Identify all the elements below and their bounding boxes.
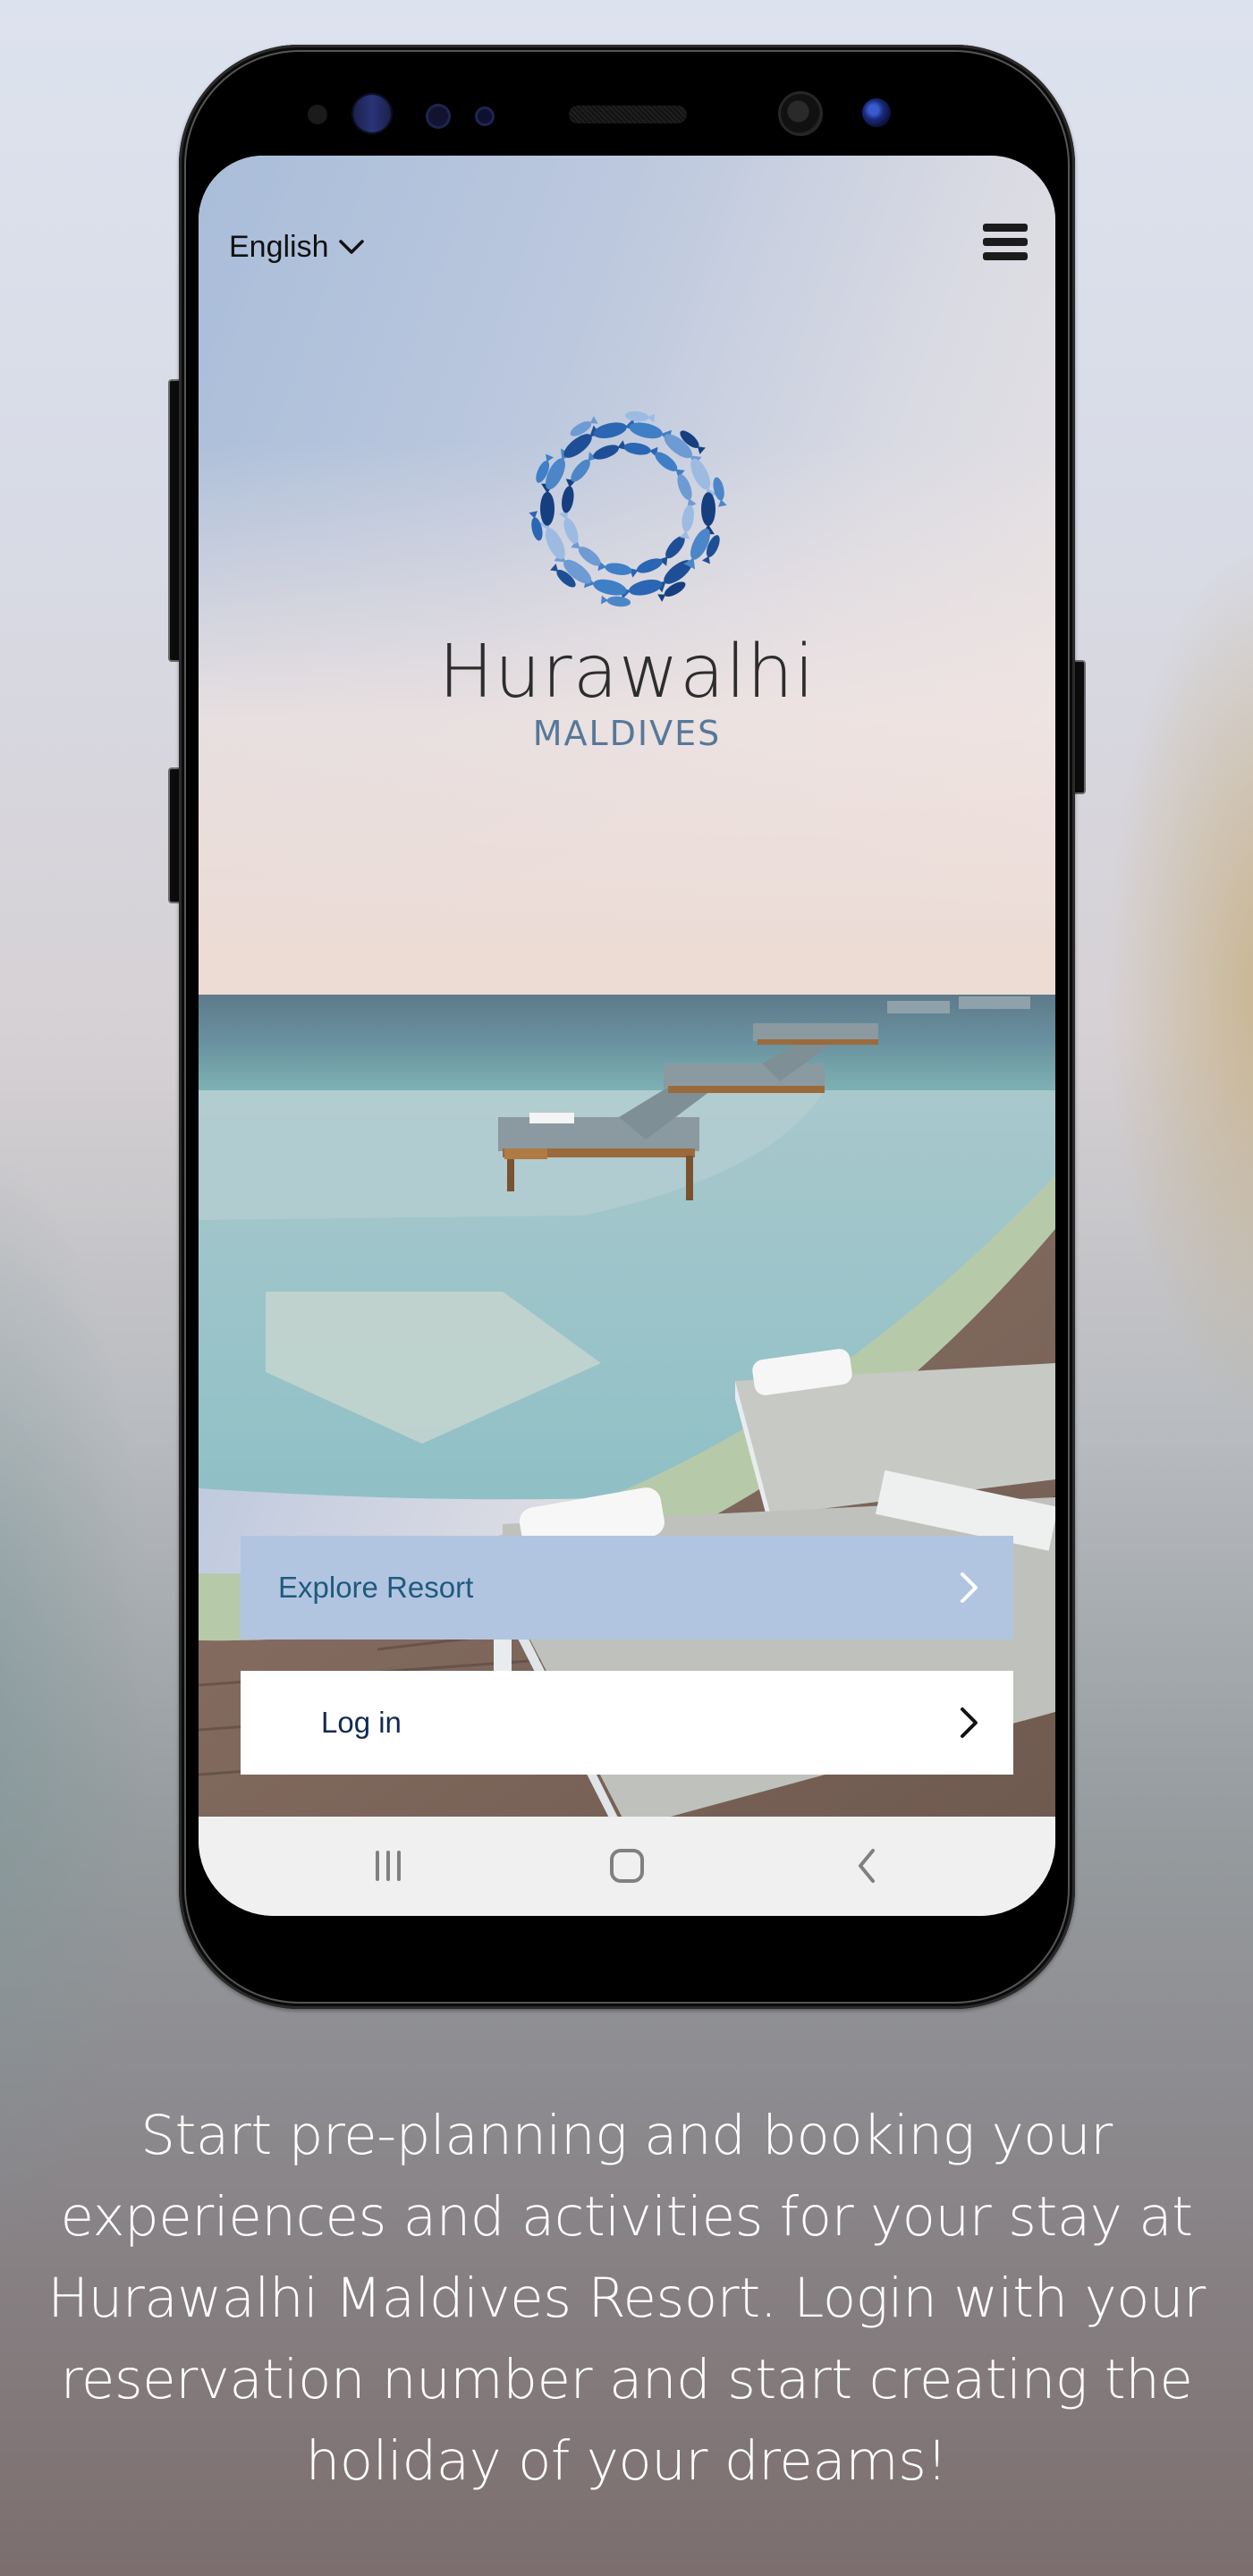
login-button[interactable]: Log in (241, 1671, 1013, 1775)
logo-fish (624, 411, 656, 423)
logo-fish (593, 440, 627, 460)
logo-fish (559, 510, 579, 544)
chevron-right-icon (961, 1707, 978, 1738)
logo-fish (593, 419, 637, 439)
proximity-sensor (308, 105, 327, 124)
brand-name: Hurawalhi (438, 630, 816, 715)
logo-fish (597, 561, 632, 575)
logo-fish (629, 558, 663, 578)
logo-fish (539, 483, 555, 526)
hamburger-menu-icon[interactable] (983, 224, 1028, 261)
logo-fish (680, 504, 694, 539)
power-button (1075, 660, 1086, 794)
chevron-right-icon (961, 1572, 978, 1603)
phone-screen: English Hurawalhi MALDIVES Explore Resor… (199, 156, 1055, 1916)
led-indicator (475, 106, 495, 126)
fish-circle-logo (529, 411, 727, 607)
logo-fish (562, 479, 576, 513)
light-sensor (426, 104, 451, 129)
logo-fish (677, 474, 697, 508)
logo-fish (619, 579, 663, 599)
explore-resort-button[interactable]: Explore Resort (241, 1536, 1013, 1640)
iris-scanner (351, 93, 393, 134)
side-table (504, 1148, 547, 1159)
home-icon (610, 1849, 644, 1883)
explore-resort-label: Explore Resort (278, 1571, 474, 1604)
recent-apps-button[interactable] (361, 1843, 415, 1888)
wooden-lounger (753, 1023, 878, 1045)
iris-camera (862, 98, 891, 127)
sky-band (199, 943, 1055, 995)
navigation-bar (199, 1817, 1055, 1916)
promo-caption: Start pre-planning and booking your expe… (47, 2104, 1206, 2493)
chevron-down-icon (338, 240, 364, 254)
back-button[interactable] (841, 1843, 894, 1888)
earpiece-speaker (569, 106, 687, 123)
language-selector[interactable]: English (229, 229, 365, 265)
recent-apps-icon (376, 1851, 401, 1881)
front-camera (778, 91, 823, 136)
back-icon (859, 1849, 875, 1883)
brand-subtitle: MALDIVES (532, 714, 722, 753)
login-label: Log in (321, 1706, 402, 1739)
language-label: English (229, 229, 329, 264)
logo-fish (623, 443, 658, 457)
home-button[interactable] (600, 1843, 654, 1888)
logo-fish (700, 492, 716, 535)
logo-fish (600, 595, 631, 607)
